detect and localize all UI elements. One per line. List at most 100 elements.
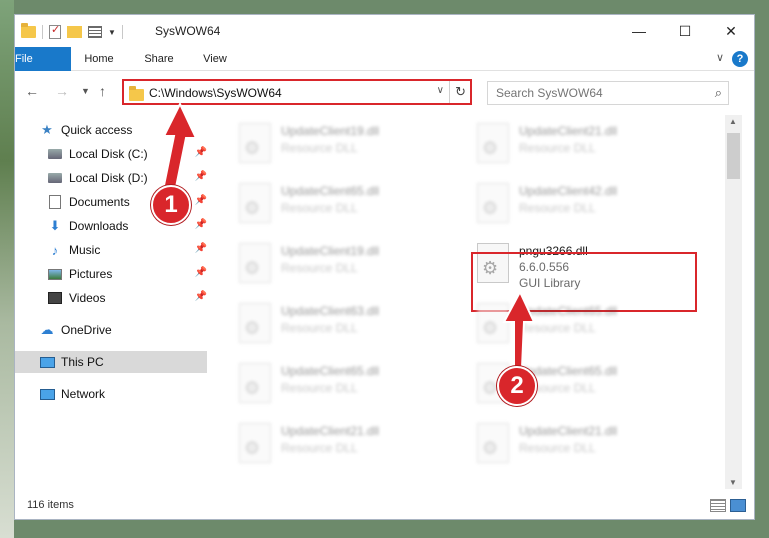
window-controls: — ☐ ✕ [616,15,754,47]
toolbar-divider [121,25,123,39]
dll-file-icon [477,303,509,343]
file-type: Resource DLL [519,141,596,155]
expand-ribbon-chevron-icon[interactable]: ∨ [716,51,724,64]
help-icon[interactable]: ? [732,51,748,67]
file-item[interactable]: UpdateClient21.dll Resource DLL [239,421,459,469]
sidebar-item-quick-access[interactable]: ★ Quick access [39,119,207,141]
tab-file[interactable]: File [15,47,71,71]
file-name: UpdateClient42.dll [519,184,618,198]
sidebar-item-label: Pictures [69,267,113,281]
music-icon: ♪ [51,242,59,258]
sidebar-item-label: Downloads [69,219,129,233]
file-name: UpdateClient63.dll [281,304,380,318]
pictures-icon [48,268,62,280]
sidebar-item-local-disk-c[interactable]: Local Disk (C:) 📌 [47,143,207,165]
file-item[interactable]: UpdateClient19.dll Resource DLL [239,241,459,289]
recent-locations-chevron-icon[interactable]: ▼ [81,86,90,96]
file-list: UpdateClient19.dll Resource DLL UpdateCli… [211,115,741,485]
maximize-button[interactable]: ☐ [662,15,708,47]
dll-file-icon [477,123,509,163]
file-item[interactable]: UpdateClient65.dll Resource DLL [239,181,459,229]
sidebar-item-onedrive[interactable]: ☁ OneDrive [39,319,207,341]
step-badge-1: 1 [151,185,191,225]
tab-home[interactable]: Home [77,47,121,71]
sidebar-item-this-pc[interactable]: This PC [15,351,207,373]
sidebar-item-label: Local Disk (C:) [69,147,148,161]
scroll-up-arrow-icon[interactable]: ▲ [729,117,737,126]
file-type: Resource DLL [519,201,596,215]
file-name: UpdateClient21.dll [281,424,380,438]
file-item[interactable]: UpdateClient63.dll Resource DLL [239,301,459,349]
file-item[interactable]: UpdateClient65.dll Resource DLL [239,361,459,409]
up-arrow-icon[interactable]: ↑ [99,83,106,99]
file-type: Resource DLL [281,321,358,335]
file-name: UpdateClient19.dll [281,244,380,258]
sidebar-item-label: This PC [61,355,104,369]
close-button[interactable]: ✕ [708,15,754,47]
dll-file-icon [239,423,271,463]
sidebar-item-label: Videos [69,291,106,305]
scroll-down-arrow-icon[interactable]: ▼ [729,478,737,487]
file-type: Resource DLL [281,381,358,395]
sidebar-item-label: Documents [69,195,130,209]
dll-file-icon [477,423,509,463]
dll-file-icon [239,363,271,403]
toolbar-divider [42,25,43,39]
tab-share[interactable]: Share [137,47,181,71]
pin-icon: 📌 [194,291,207,302]
pin-icon: 📌 [194,171,207,182]
navigation-pane: ★ Quick access Local Disk (C:) 📌 Local D… [15,115,211,485]
file-item[interactable]: UpdateClient42.dll Resource DLL [477,181,697,229]
file-item[interactable]: UpdateClient65.dll Resource DLL [477,301,697,349]
vertical-scrollbar[interactable]: ▲ ▼ [725,115,742,489]
view-options-icon[interactable] [88,26,102,38]
search-box[interactable]: ⌕ [487,81,729,105]
star-icon: ★ [41,122,53,137]
file-item[interactable]: UpdateClient19.dll Resource DLL [239,121,459,169]
sidebar-item-network[interactable]: Network [39,383,207,405]
sidebar-item-local-disk-d[interactable]: Local Disk (D:) 📌 [47,167,207,189]
drive-icon [48,173,62,183]
address-history-chevron-icon[interactable]: ∨ [437,85,444,96]
file-explorer-window: ▼ SysWOW64 — ☐ ✕ File Home Share View ∨ … [14,14,755,520]
sidebar-item-videos[interactable]: Videos 📌 [47,287,207,309]
large-icons-view-icon[interactable] [730,499,746,512]
step-badge-2: 2 [497,366,537,406]
dll-file-icon [239,303,271,343]
quick-access-toolbar: ▼ [21,23,123,41]
navigation-bar: ← → ▼ ↑ C:\Windows\SysWOW64 ∨ ↻ ⌕ [15,73,754,111]
sidebar-item-label: Local Disk (D:) [69,171,148,185]
pin-icon: 📌 [194,267,207,278]
customize-toolbar-chevron-icon[interactable]: ▼ [108,28,116,37]
pin-icon: 📌 [194,219,207,230]
window-title: SysWOW64 [155,24,221,38]
network-icon [39,388,55,400]
address-bar[interactable]: C:\Windows\SysWOW64 ∨ ↻ [122,79,472,105]
file-item[interactable]: UpdateClient21.dll Resource DLL [477,421,697,469]
ribbon-tabs: File Home Share View ∨ ? [15,47,754,71]
minimize-button[interactable]: — [616,15,662,47]
item-count: 116 items [27,499,74,511]
sidebar-item-music[interactable]: ♪ Music 📌 [47,239,207,261]
new-folder-icon[interactable] [67,26,82,38]
file-type: Resource DLL [519,441,596,455]
refresh-icon[interactable]: ↻ [455,84,466,100]
forward-arrow-icon[interactable]: → [55,83,69,99]
scrollbar-thumb[interactable] [727,133,740,179]
address-path[interactable]: C:\Windows\SysWOW64 [149,86,282,100]
dll-file-icon [239,183,271,223]
search-icon[interactable]: ⌕ [715,85,722,101]
tab-view[interactable]: View [197,47,233,71]
file-name: UpdateClient65.dll [281,184,380,198]
details-view-icon[interactable] [710,499,726,512]
file-name: UpdateClient21.dll [519,424,618,438]
sidebar-item-label: Music [69,243,101,257]
pin-icon: 📌 [194,243,207,254]
properties-icon[interactable] [49,23,61,39]
search-input[interactable] [488,82,698,104]
sidebar-item-label: Network [61,387,106,401]
file-item[interactable]: UpdateClient21.dll Resource DLL [477,121,697,169]
pin-icon: 📌 [194,195,207,206]
sidebar-item-pictures[interactable]: Pictures 📌 [47,263,207,285]
back-arrow-icon[interactable]: ← [25,83,39,99]
